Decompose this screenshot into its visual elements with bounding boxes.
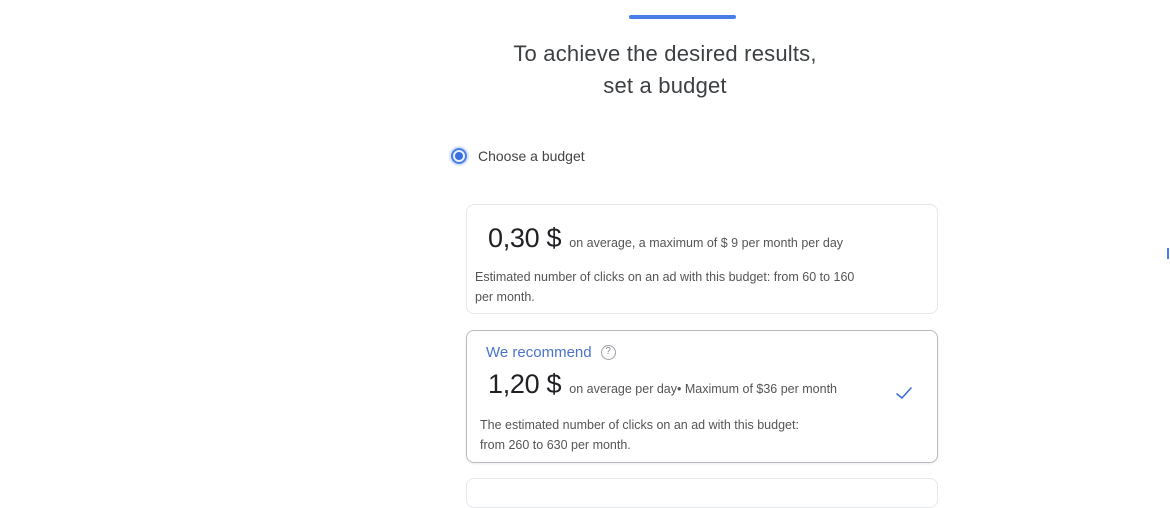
price-row: 0,30 $ on average, a maximum of $ 9 per … bbox=[488, 223, 843, 254]
price-row: 1,20 $ on average per day• Maximum of $3… bbox=[488, 369, 837, 400]
choose-budget-radio[interactable] bbox=[451, 148, 467, 164]
question-circle-icon[interactable]: ? bbox=[600, 345, 616, 360]
recommend-label: We recommend bbox=[486, 344, 592, 361]
choose-budget-label: Choose a budget bbox=[478, 148, 585, 164]
check-icon bbox=[896, 387, 912, 399]
page-title: To achieve the desired results, set a bu… bbox=[440, 38, 890, 102]
budget-description: on average per day• Maximum of $36 per m… bbox=[569, 382, 837, 396]
page-title-line-1: To achieve the desired results, bbox=[513, 41, 817, 66]
clicks-estimate: Estimated number of clicks on an ad with… bbox=[475, 270, 855, 304]
scroll-edge-marker bbox=[1167, 248, 1169, 259]
radio-selected-dot bbox=[455, 152, 463, 160]
recommend-row: We recommend ? bbox=[486, 344, 616, 361]
budget-price: 0,30 $ bbox=[488, 223, 562, 253]
budget-card-recommended[interactable]: We recommend ? 1,20 $ on average per day… bbox=[466, 330, 938, 463]
clicks-estimate: The estimated number of clicks on an ad … bbox=[480, 418, 799, 452]
progress-indicator bbox=[629, 15, 736, 19]
choose-budget-option[interactable]: Choose a budget bbox=[451, 148, 585, 164]
page-title-line-2: set a budget bbox=[603, 73, 727, 98]
budget-price: 1,20 $ bbox=[488, 369, 562, 399]
budget-description: on average, a maximum of $ 9 per month p… bbox=[569, 236, 844, 250]
budget-card-low[interactable]: 0,30 $ on average, a maximum of $ 9 per … bbox=[466, 204, 938, 314]
